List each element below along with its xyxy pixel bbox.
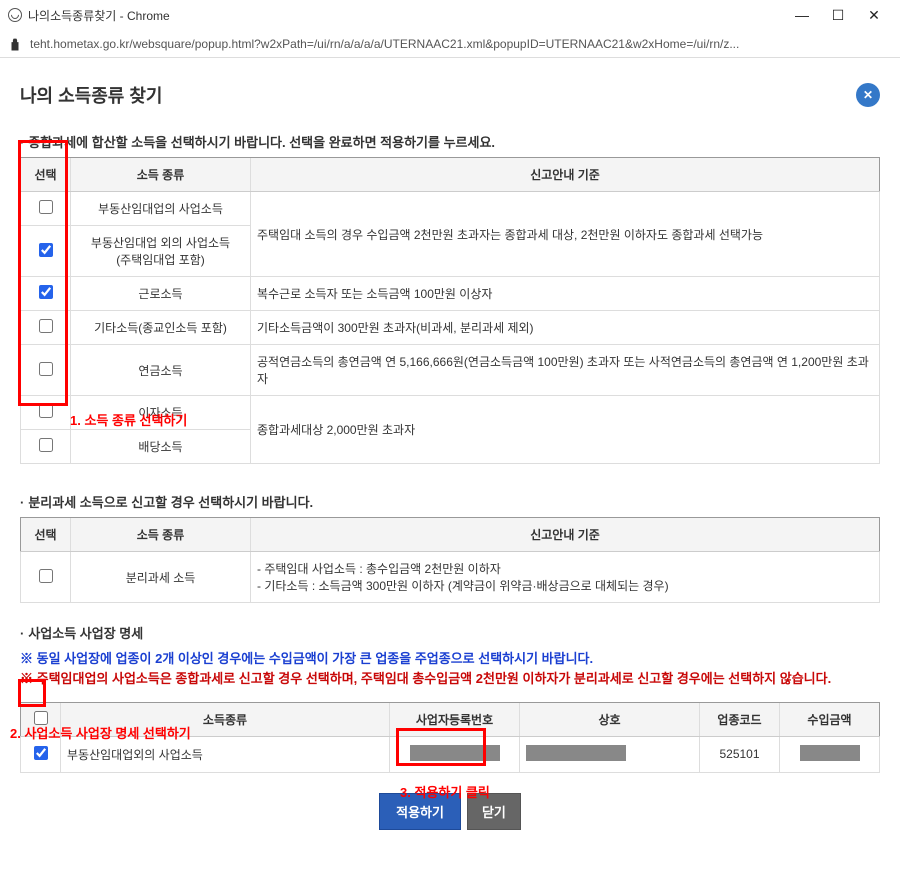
cell-income-type: 연금소득 <box>71 345 251 396</box>
redacted-bizno <box>410 745 500 761</box>
th-select: 선택 <box>21 518 71 552</box>
window-maximize-button[interactable]: ☐ <box>820 3 856 27</box>
section3-note2: ※ 주택임대업의 사업소득은 종합과세로 신고할 경우 선택하며, 주택임대 총… <box>20 669 880 690</box>
cell-income-type: 이자소득 <box>71 396 251 430</box>
url-text[interactable]: teht.hometax.go.kr/websquare/popup.html?… <box>30 37 892 51</box>
section2-title: 분리과세 소득으로 신고할 경우 선택하시기 바랍니다. <box>20 492 880 511</box>
checkbox-income-0[interactable] <box>39 200 53 214</box>
lock-icon <box>8 37 22 51</box>
cell-bizname <box>520 736 700 772</box>
th-select: 선택 <box>21 158 71 192</box>
cell-guide: 공적연금소득의 총연금액 연 5,166,666원(연금소득금액 100만원) … <box>251 345 880 396</box>
th-income-type: 소득 종류 <box>71 518 251 552</box>
th-amount: 수입금액 <box>780 702 880 736</box>
cell-guide: 종합과세대상 2,000만원 초과자 <box>251 396 880 464</box>
chrome-favicon <box>8 8 22 22</box>
section1-title: 종합과세에 합산할 소득을 선택하시기 바랍니다. 선택을 완료하면 적용하기를… <box>20 132 880 151</box>
business-detail-table: 소득종류 사업자등록번호 상호 업종코드 수입금액 부동산임대업외의 사업소득 … <box>20 702 880 773</box>
redacted-amount <box>800 745 860 761</box>
cell-biz-type: 부동산임대업외의 사업소득 <box>61 736 390 772</box>
income-type-table: 선택 소득 종류 신고안내 기준 부동산임대업의 사업소득 주택임대 소득의 경… <box>20 157 880 464</box>
separate-tax-table: 선택 소득 종류 신고안내 기준 분리과세 소득 - 주택임대 사업소득 : 총… <box>20 517 880 603</box>
button-row: 적용하기 닫기 <box>20 793 880 830</box>
checkbox-biz-0[interactable] <box>34 746 48 760</box>
popup-close-button[interactable] <box>856 83 880 107</box>
cell-bizcode: 525101 <box>700 736 780 772</box>
checkbox-separate-0[interactable] <box>39 569 53 583</box>
checkbox-income-1[interactable] <box>39 243 53 257</box>
cell-amount <box>780 736 880 772</box>
checkbox-select-all-biz[interactable] <box>34 711 48 725</box>
window-minimize-button[interactable]: — <box>784 3 820 27</box>
checkbox-income-6[interactable] <box>39 438 53 452</box>
close-button[interactable]: 닫기 <box>467 793 521 830</box>
window-close-button[interactable]: ✕ <box>856 3 892 27</box>
table-row: 이자소득 종합과세대상 2,000만원 초과자 <box>21 396 880 430</box>
cell-income-type: 기타소득(종교인소득 포함) <box>71 311 251 345</box>
redacted-bizname <box>526 745 626 761</box>
apply-button[interactable]: 적용하기 <box>379 793 461 830</box>
th-income-type: 소득 종류 <box>71 158 251 192</box>
cell-guide: 주택임대 소득의 경우 수입금액 2천만원 초과자는 종합과세 대상, 2천만원… <box>251 192 880 277</box>
checkbox-income-3[interactable] <box>39 319 53 333</box>
cell-guide: 복수근로 소득자 또는 소득금액 100만원 이상자 <box>251 277 880 311</box>
th-select-all <box>21 702 61 736</box>
cell-income-type: 부동산임대업의 사업소득 <box>71 192 251 226</box>
window-title: 나의소득종류찾기 - Chrome <box>28 7 784 24</box>
cell-income-type: 근로소득 <box>71 277 251 311</box>
th-income-type: 소득종류 <box>61 702 390 736</box>
section3-title: 사업소득 사업장 명세 <box>20 623 880 642</box>
cell-income-type: 배당소득 <box>71 430 251 464</box>
address-bar: teht.hometax.go.kr/websquare/popup.html?… <box>0 30 900 58</box>
window-titlebar: 나의소득종류찾기 - Chrome — ☐ ✕ <box>0 0 900 30</box>
cell-income-type: 분리과세 소득 <box>71 552 251 603</box>
page-title: 나의 소득종류 찾기 <box>20 82 162 108</box>
table-row: 기타소득(종교인소득 포함) 기타소득금액이 300만원 초과자(비과세, 분리… <box>21 311 880 345</box>
th-guide: 신고안내 기준 <box>251 158 880 192</box>
checkbox-income-4[interactable] <box>39 362 53 376</box>
checkbox-income-2[interactable] <box>39 285 53 299</box>
th-bizname: 상호 <box>520 702 700 736</box>
table-row: 연금소득 공적연금소득의 총연금액 연 5,166,666원(연금소득금액 10… <box>21 345 880 396</box>
th-bizcode: 업종코드 <box>700 702 780 736</box>
cell-guide: - 주택임대 사업소득 : 총수입금액 2천만원 이하자 - 기타소득 : 소득… <box>251 552 880 603</box>
th-bizno: 사업자등록번호 <box>390 702 520 736</box>
table-row: 근로소득 복수근로 소득자 또는 소득금액 100만원 이상자 <box>21 277 880 311</box>
th-guide: 신고안내 기준 <box>251 518 880 552</box>
checkbox-income-5[interactable] <box>39 404 53 418</box>
section3-note1: ※ 동일 사업장에 업종이 2개 이상인 경우에는 수입금액이 가장 큰 업종을… <box>20 648 880 667</box>
table-row: 부동산임대업외의 사업소득 525101 <box>21 736 880 772</box>
cell-guide: 기타소득금액이 300만원 초과자(비과세, 분리과세 제외) <box>251 311 880 345</box>
cell-income-type: 부동산임대업 외의 사업소득 (주택임대업 포함) <box>71 226 251 277</box>
page-header: 나의 소득종류 찾기 <box>20 82 880 108</box>
table-row: 분리과세 소득 - 주택임대 사업소득 : 총수입금액 2천만원 이하자 - 기… <box>21 552 880 603</box>
table-row: 부동산임대업의 사업소득 주택임대 소득의 경우 수입금액 2천만원 초과자는 … <box>21 192 880 226</box>
cell-bizno <box>390 736 520 772</box>
